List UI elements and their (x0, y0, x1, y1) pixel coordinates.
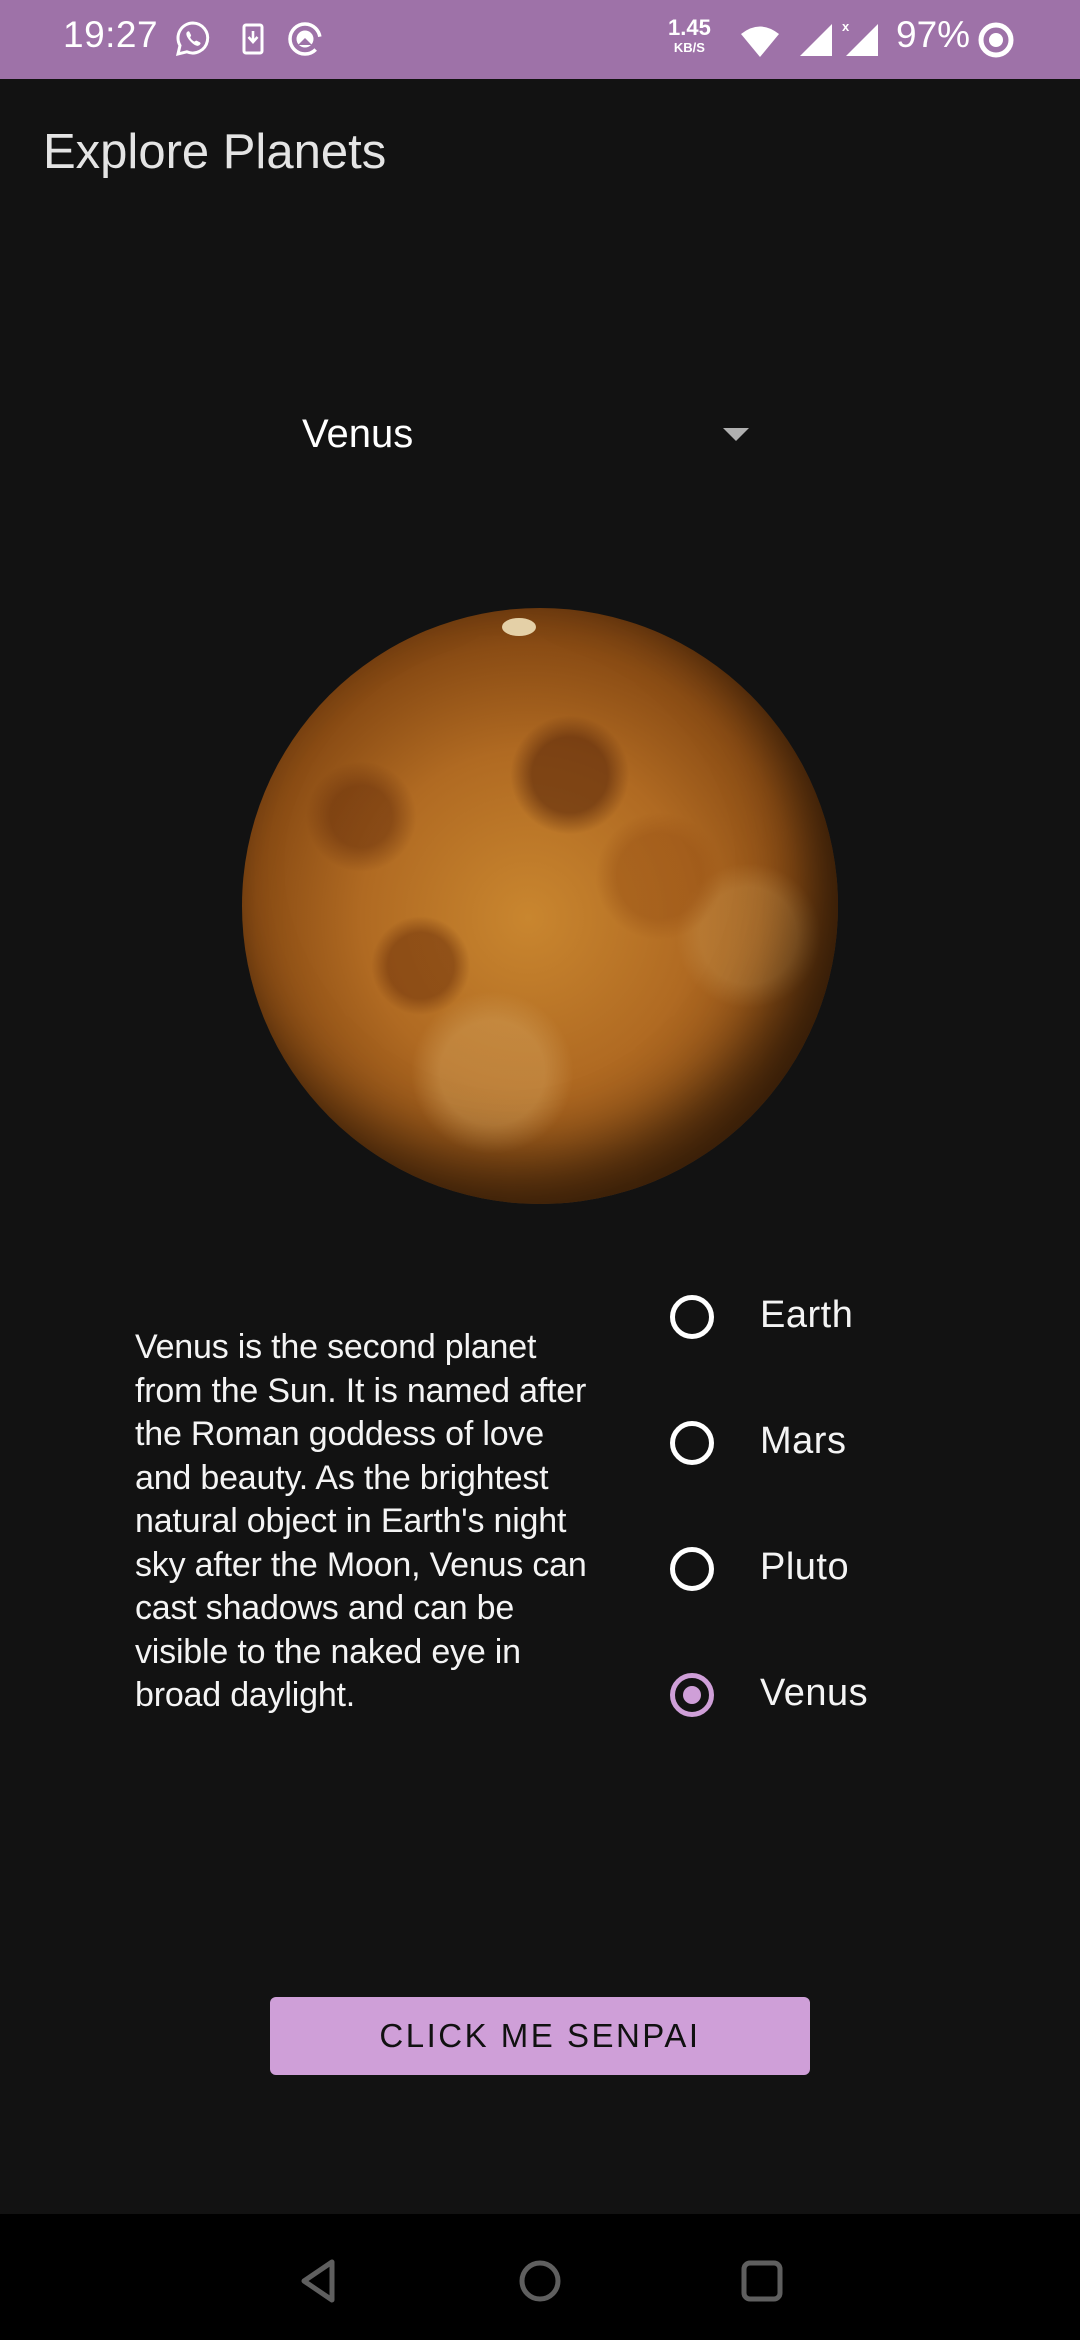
planet-description: Venus is the second planet from the Sun.… (135, 1328, 587, 1714)
recents-icon[interactable] (737, 2256, 787, 2306)
back-icon[interactable] (296, 2256, 346, 2306)
network-speed-unit: KB/S (673, 40, 705, 55)
radio-label: Earth (760, 1294, 854, 1336)
radio-label: Mars (760, 1420, 847, 1462)
planet-image (242, 608, 838, 1204)
home-icon[interactable] (515, 2256, 565, 2306)
radio-mars[interactable]: Mars (668, 1416, 988, 1516)
radio-pluto[interactable]: Pluto (668, 1542, 988, 1642)
radio-label: Pluto (760, 1546, 850, 1588)
radio-venus[interactable]: Venus (668, 1668, 988, 1768)
radio-button-icon[interactable] (670, 1547, 714, 1591)
click-me-button[interactable]: CLICK ME SENPAI (270, 1997, 810, 2075)
wifi-icon (741, 26, 779, 57)
battery-ring-icon (978, 22, 1014, 58)
radio-button-icon[interactable] (670, 1421, 714, 1465)
planet-dropdown-value: Venus (302, 412, 414, 456)
signal-icon (800, 24, 832, 56)
radio-earth[interactable]: Earth (668, 1290, 988, 1390)
planet-dropdown[interactable]: Venus (280, 392, 770, 482)
network-speed: 1.45 KB/S (668, 15, 711, 55)
navigation-bar (0, 2214, 1080, 2340)
data-saver-icon (288, 22, 322, 56)
network-speed-value: 1.45 (668, 15, 711, 40)
svg-text:x: x (842, 19, 850, 34)
radio-label: Venus (760, 1672, 869, 1714)
page-title: Explore Planets (43, 125, 387, 179)
planet-surface-highlight (502, 618, 536, 636)
dropdown-arrow-icon (723, 428, 749, 441)
status-time: 19:27 (63, 14, 159, 55)
radio-button-checked-icon[interactable] (670, 1673, 714, 1717)
whatsapp-icon (175, 21, 210, 57)
status-bar: 19:27 1.45 KB/S x 97% (0, 0, 1080, 79)
battery-percent: 97% (896, 14, 971, 55)
radio-button-icon[interactable] (670, 1295, 714, 1339)
signal-no-data-icon: x (842, 19, 878, 56)
download-to-phone-icon (242, 23, 264, 55)
